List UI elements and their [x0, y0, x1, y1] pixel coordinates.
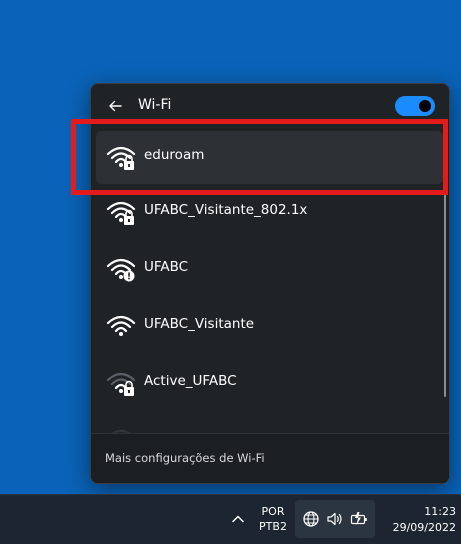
wifi-header: Wi-Fi — [91, 84, 449, 129]
clock-date: 29/09/2022 — [392, 521, 456, 534]
wifi-weak-secured-icon — [106, 372, 136, 396]
more-wifi-settings-link[interactable]: Mais configurações de Wi-Fi — [105, 451, 265, 465]
chevron-up-icon — [232, 515, 244, 523]
show-hidden-icons-button[interactable] — [228, 509, 248, 529]
network-name: Active_UFABC — [144, 373, 237, 389]
language-code: POR — [261, 505, 285, 518]
taskbar: POR PTB2 11:23 29/09/2022 — [0, 494, 461, 544]
network-item-active-ufabc[interactable]: Active_UFABC — [96, 357, 443, 410]
wifi-icon — [106, 315, 136, 336]
network-name: UFABC_Visitante_802.1x — [144, 202, 308, 218]
network-name: UFABC_Visitante — [144, 316, 255, 332]
wifi-warning-icon — [106, 258, 136, 282]
quick-settings-tray[interactable] — [295, 500, 375, 538]
battery-charging-icon — [350, 512, 367, 525]
network-item-eduroam[interactable]: eduroam — [96, 131, 443, 184]
wifi-secured-icon — [106, 201, 136, 225]
network-name: UFABC — [144, 259, 189, 275]
clock[interactable]: 11:23 29/09/2022 — [384, 504, 456, 536]
network-item-ufabc-visitante-8021x[interactable]: UFABC_Visitante_802.1x — [96, 186, 443, 239]
wifi-secured-icon — [106, 146, 136, 170]
network-name: eduroam — [144, 147, 205, 163]
speaker-icon — [327, 512, 342, 526]
language-indicator[interactable]: POR PTB2 — [256, 504, 290, 534]
network-item-ufabc-visitante[interactable]: UFABC_Visitante — [96, 300, 443, 353]
panel-title: Wi-Fi — [138, 97, 172, 113]
back-arrow-icon — [109, 100, 122, 112]
wifi-flyout: Wi-Fi eduroam UFABC_Visitante_802.1x UFA… — [90, 83, 450, 484]
keyboard-layout: PTB2 — [259, 520, 287, 533]
globe-network-icon — [303, 511, 319, 527]
network-list[interactable]: eduroam UFABC_Visitante_802.1x UFABC UFA… — [91, 129, 449, 433]
list-scrollbar[interactable] — [444, 179, 446, 397]
wifi-toggle[interactable] — [395, 96, 435, 116]
clock-time: 11:23 — [424, 505, 456, 518]
back-button[interactable] — [105, 96, 125, 116]
toggle-knob — [419, 100, 431, 112]
network-item-ufabc[interactable]: UFABC — [96, 243, 443, 296]
wifi-footer: Mais configurações de Wi-Fi — [91, 433, 449, 483]
